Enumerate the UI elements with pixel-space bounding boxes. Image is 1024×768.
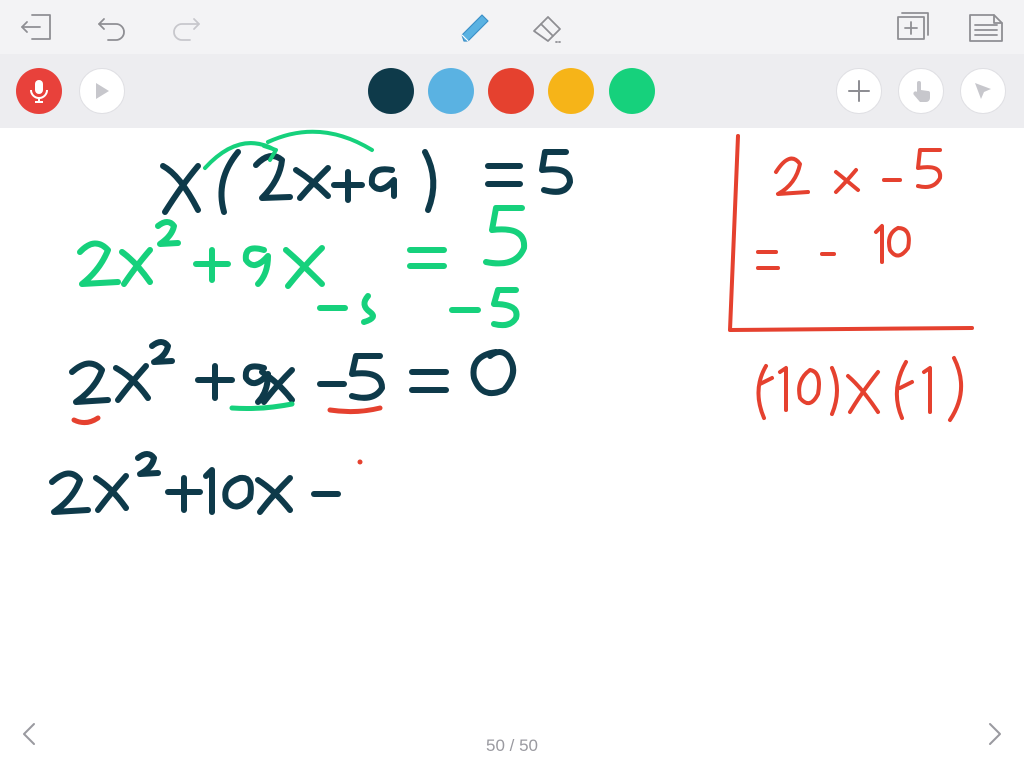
pages-list-icon[interactable] xyxy=(968,9,1004,45)
previous-page-button[interactable] xyxy=(16,718,46,750)
color-swatch-yellow[interactable] xyxy=(548,68,594,114)
whiteboard-canvas[interactable] xyxy=(0,128,1024,768)
plus-icon xyxy=(848,80,870,102)
underline-red-1 xyxy=(71,415,101,426)
ink-line-2 xyxy=(77,205,528,329)
pointer-tool-button[interactable] xyxy=(960,68,1006,114)
red-dot xyxy=(357,459,363,465)
color-swatch-dark-teal[interactable] xyxy=(368,68,414,114)
record-button[interactable] xyxy=(16,68,62,114)
eraser-icon[interactable] xyxy=(530,9,566,45)
play-icon xyxy=(96,83,109,99)
add-button[interactable] xyxy=(836,68,882,114)
ink-line-1 xyxy=(160,149,573,215)
chevron-right-icon xyxy=(989,723,1001,745)
add-page-icon[interactable] xyxy=(894,9,930,45)
hand-icon xyxy=(913,81,930,102)
hand-tool-button[interactable] xyxy=(898,68,944,114)
handwriting-strokes xyxy=(49,129,974,515)
microphone-icon xyxy=(30,80,48,103)
pen-icon[interactable] xyxy=(456,9,492,45)
page-indicator: 50 / 50 xyxy=(486,736,538,755)
next-page-button[interactable] xyxy=(978,718,1008,750)
ink-side-box xyxy=(728,134,974,422)
underline-green xyxy=(229,401,295,411)
undo-icon[interactable] xyxy=(94,9,130,45)
color-swatch-red[interactable] xyxy=(488,68,534,114)
ink-line-4 xyxy=(49,451,341,515)
color-swatch-light-blue[interactable] xyxy=(428,68,474,114)
top-bar xyxy=(0,0,1024,54)
play-button[interactable] xyxy=(79,68,125,114)
chevron-left-icon xyxy=(23,723,35,745)
underline-red-2 xyxy=(327,405,383,415)
color-swatch-green[interactable] xyxy=(609,68,655,114)
pointer-icon xyxy=(975,83,991,99)
redo-icon[interactable] xyxy=(168,9,204,45)
exit-icon[interactable] xyxy=(18,9,54,45)
ink-line-3 xyxy=(69,339,517,405)
